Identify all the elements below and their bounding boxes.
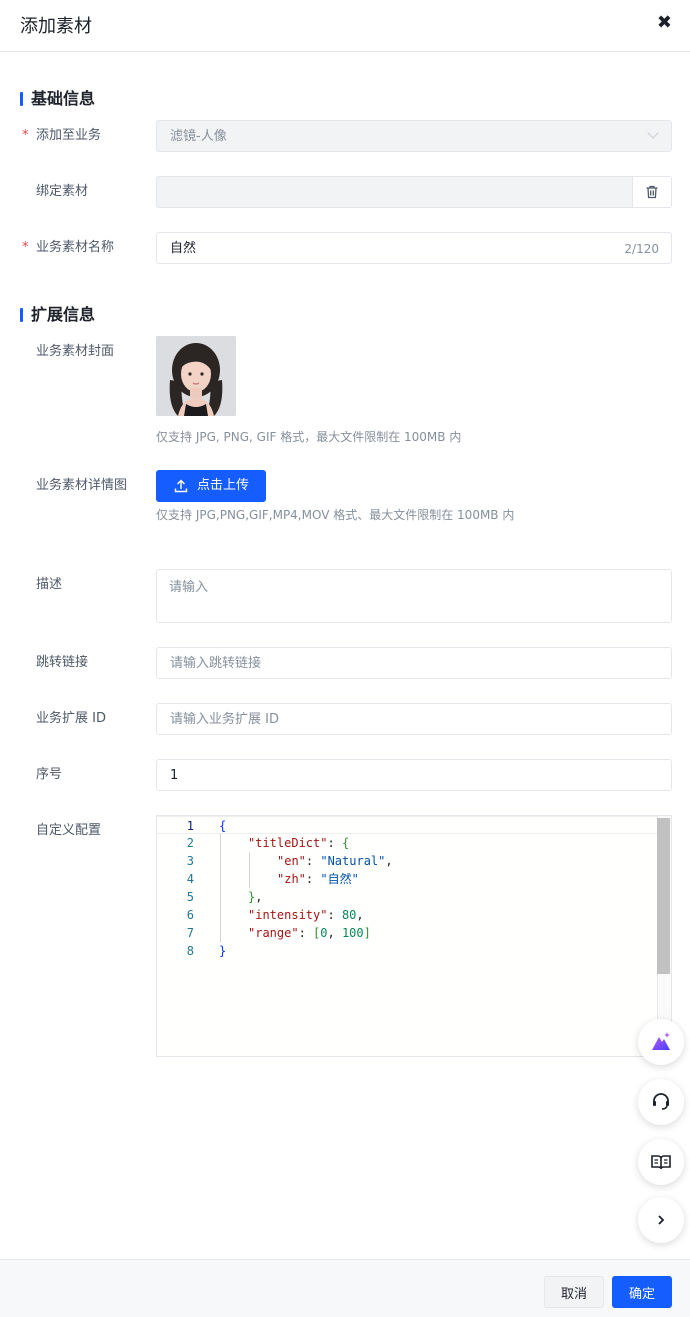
chevron-right-icon [658,1215,665,1225]
json-code-editor[interactable]: 1 { 2 "titleDict": { 3 "en": "Natural", … [156,815,672,1057]
close-icon[interactable]: ✖ [657,13,672,33]
link-input[interactable] [157,648,671,678]
code-token: 100 [341,926,364,940]
code-line: 4 "zh": "自然" [157,870,657,888]
code-token: "自然" [320,872,359,886]
upload-button[interactable]: 点击上传 [156,470,266,502]
code-token: "zh" [277,872,306,886]
docs-book-icon [651,1155,671,1170]
code-token: 80 [341,908,357,922]
code-token: ] [363,926,371,940]
code-line: 8 } [157,942,657,960]
code-line: 3 "en": "Natural", [157,852,657,870]
ai-assistant-icon [652,1032,670,1050]
confirm-button[interactable]: 确定 [612,1276,672,1308]
description-label: 描述 [36,577,63,592]
expand-button[interactable] [638,1197,684,1243]
code-token: : [298,926,314,940]
code-token: : [327,908,342,922]
upload-button-label: 点击上传 [197,478,250,493]
code-token: , [356,908,364,922]
business-select[interactable]: 滤镜-人像 [156,120,672,152]
detail-hint: 仅支持 JPG,PNG,GIF,MP4,MOV 格式、最大文件限制在 100MB… [156,508,515,522]
code-token: } [219,944,227,958]
ext-id-input[interactable] [157,704,671,734]
config-label: 自定义配置 [36,823,102,838]
line-number: 5 [186,890,194,904]
link-label: 跳转链接 [36,655,89,670]
code-token: "range" [248,926,299,940]
detail-label: 业务素材详情图 [36,478,128,493]
ext-id-label: 业务扩展 ID [36,711,106,726]
code-token: : [327,836,342,850]
cancel-button[interactable]: 取消 [544,1276,604,1308]
required-mark: * [22,128,29,143]
cover-label: 业务素材封面 [36,344,115,359]
cover-hint: 仅支持 JPG, PNG, GIF 格式，最大文件限制在 100MB 内 [156,430,462,444]
code-token: { [219,819,227,833]
business-select-value: 滤镜-人像 [170,129,227,144]
code-token: 0 [320,926,328,940]
code-token: , [327,926,342,940]
trash-icon [646,185,658,199]
code-token: , [255,890,263,904]
code-token: "titleDict" [248,836,328,850]
char-counter: 2/120 [624,242,659,256]
docs-button[interactable] [638,1139,684,1185]
code-token: , [385,854,393,868]
customer-service-button[interactable] [638,1079,684,1125]
line-number: 4 [186,872,194,886]
drawer-header: 添加素材 ✖ [0,0,690,52]
customer-service-icon [653,1093,669,1110]
ext-id-field [156,703,672,735]
code-token: "en" [277,854,306,868]
material-name-value: 自然 [170,241,197,256]
cover-portrait [156,336,236,416]
bind-material-field[interactable] [156,176,672,208]
drawer-title: 添加素材 [20,16,92,37]
section-title-basic: 基础信息 [20,89,95,109]
link-field [156,647,672,679]
order-value: 1 [170,768,179,783]
code-line: 5 }, [157,888,657,906]
order-input[interactable]: 1 [156,759,672,791]
required-mark: * [22,240,29,255]
ai-assistant-button[interactable] [638,1019,684,1065]
code-line: 1 { [157,816,657,834]
editor-scrollbar-thumb[interactable] [657,818,670,974]
cover-image[interactable] [156,336,236,416]
description-textarea[interactable] [156,569,672,623]
section-title-extended: 扩展信息 [20,305,95,325]
line-number: 3 [186,854,194,868]
code-token: "Natural" [320,854,386,868]
code-line: 2 "titleDict": { [157,834,657,852]
code-token: "intensity" [248,908,328,922]
code-line: 7 "range": [0, 100] [157,924,657,942]
order-label: 序号 [36,767,63,782]
bind-material-label: 绑定素材 [36,184,89,199]
material-name-input[interactable]: 自然 2/120 [156,232,672,264]
upload-icon [174,479,188,493]
code-token: : [305,872,321,886]
clear-button[interactable] [632,177,671,207]
line-number: 7 [186,926,194,940]
code-token: { [341,836,350,850]
chevron-down-icon [647,127,659,139]
drawer-footer: 取消 确定 [0,1259,690,1317]
business-label: 添加至业务 [36,128,102,143]
line-number: 8 [186,944,194,958]
line-number: 1 [186,819,194,833]
material-name-label: 业务素材名称 [36,240,115,255]
line-number: 2 [186,836,194,850]
code-token: : [305,854,321,868]
code-line: 6 "intensity": 80, [157,906,657,924]
line-number: 6 [186,908,194,922]
